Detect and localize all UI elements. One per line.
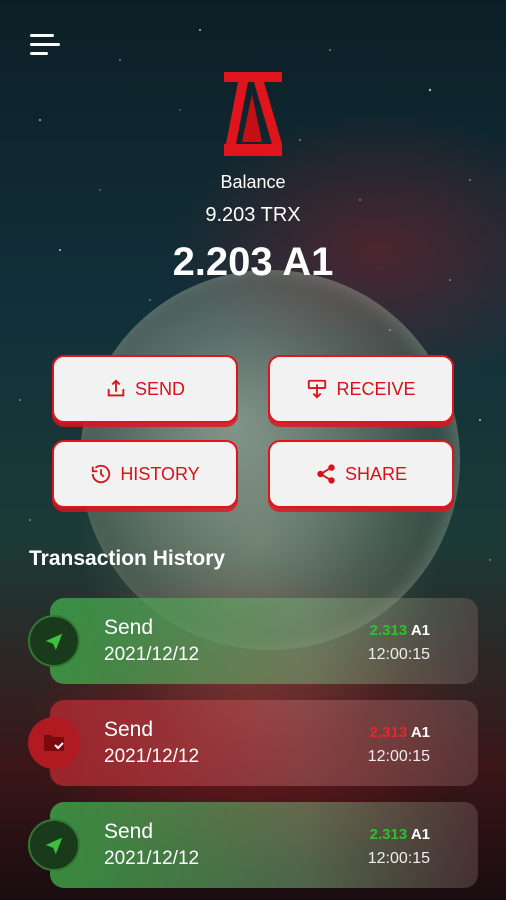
upload-icon: [107, 379, 125, 397]
transaction-history-title: Transaction History: [29, 547, 226, 570]
receive-button[interactable]: RECEIVE: [268, 355, 454, 423]
transaction-amount-value: 2.313: [369, 724, 408, 741]
transaction-type: Send: [104, 820, 154, 843]
transaction-date: 2021/12/12: [104, 644, 200, 665]
transaction-amount-unit: A1: [410, 622, 430, 639]
transaction-row[interactable]: Send 2021/12/12 2.313 A1 12:00:15: [28, 700, 478, 786]
transaction-row[interactable]: Send 2021/12/12 2.313 A1 12:00:15: [28, 598, 478, 684]
transaction-type: Send: [104, 616, 154, 639]
transaction-amount: 2.313 A1: [370, 826, 430, 843]
send-button-label: SEND: [134, 378, 185, 399]
transaction-amount: 2.313 A1: [370, 622, 430, 639]
share-icon: [317, 464, 335, 484]
transaction-amount: 2.313 A1: [370, 724, 430, 741]
send-plane-icon: [28, 819, 80, 871]
hamburger-menu-icon[interactable]: [30, 34, 60, 58]
a1-balance: 2.203 A1: [172, 240, 334, 284]
transaction-amount-value: 2.313: [369, 826, 408, 843]
transaction-row[interactable]: Send 2021/12/12 2.313 A1 12:00:15: [28, 802, 478, 888]
folder-receive-icon: [28, 717, 80, 769]
transaction-time: 12:00:15: [367, 748, 430, 765]
transaction-date: 2021/12/12: [104, 746, 200, 767]
history-button[interactable]: HISTORY: [52, 440, 238, 508]
share-button[interactable]: SHARE: [268, 440, 454, 508]
transaction-amount-unit: A1: [410, 724, 430, 741]
transaction-type: Send: [104, 718, 154, 741]
transaction-amount-unit: A1: [410, 826, 430, 843]
download-icon: [308, 379, 327, 399]
send-button[interactable]: SEND: [52, 355, 238, 423]
transaction-date: 2021/12/12: [104, 848, 200, 869]
history-button-label: HISTORY: [120, 463, 200, 484]
transaction-amount-value: 2.313: [369, 622, 408, 639]
history-icon: [92, 464, 111, 484]
transaction-time: 12:00:15: [367, 850, 430, 867]
receive-button-label: RECEIVE: [336, 378, 416, 399]
send-plane-icon: [28, 615, 80, 667]
share-button-label: SHARE: [344, 463, 407, 484]
balance-label: Balance: [220, 172, 286, 192]
app-logo: [224, 72, 282, 156]
transaction-time: 12:00:15: [367, 646, 430, 663]
trx-balance: 9.203 TRX: [205, 204, 301, 226]
